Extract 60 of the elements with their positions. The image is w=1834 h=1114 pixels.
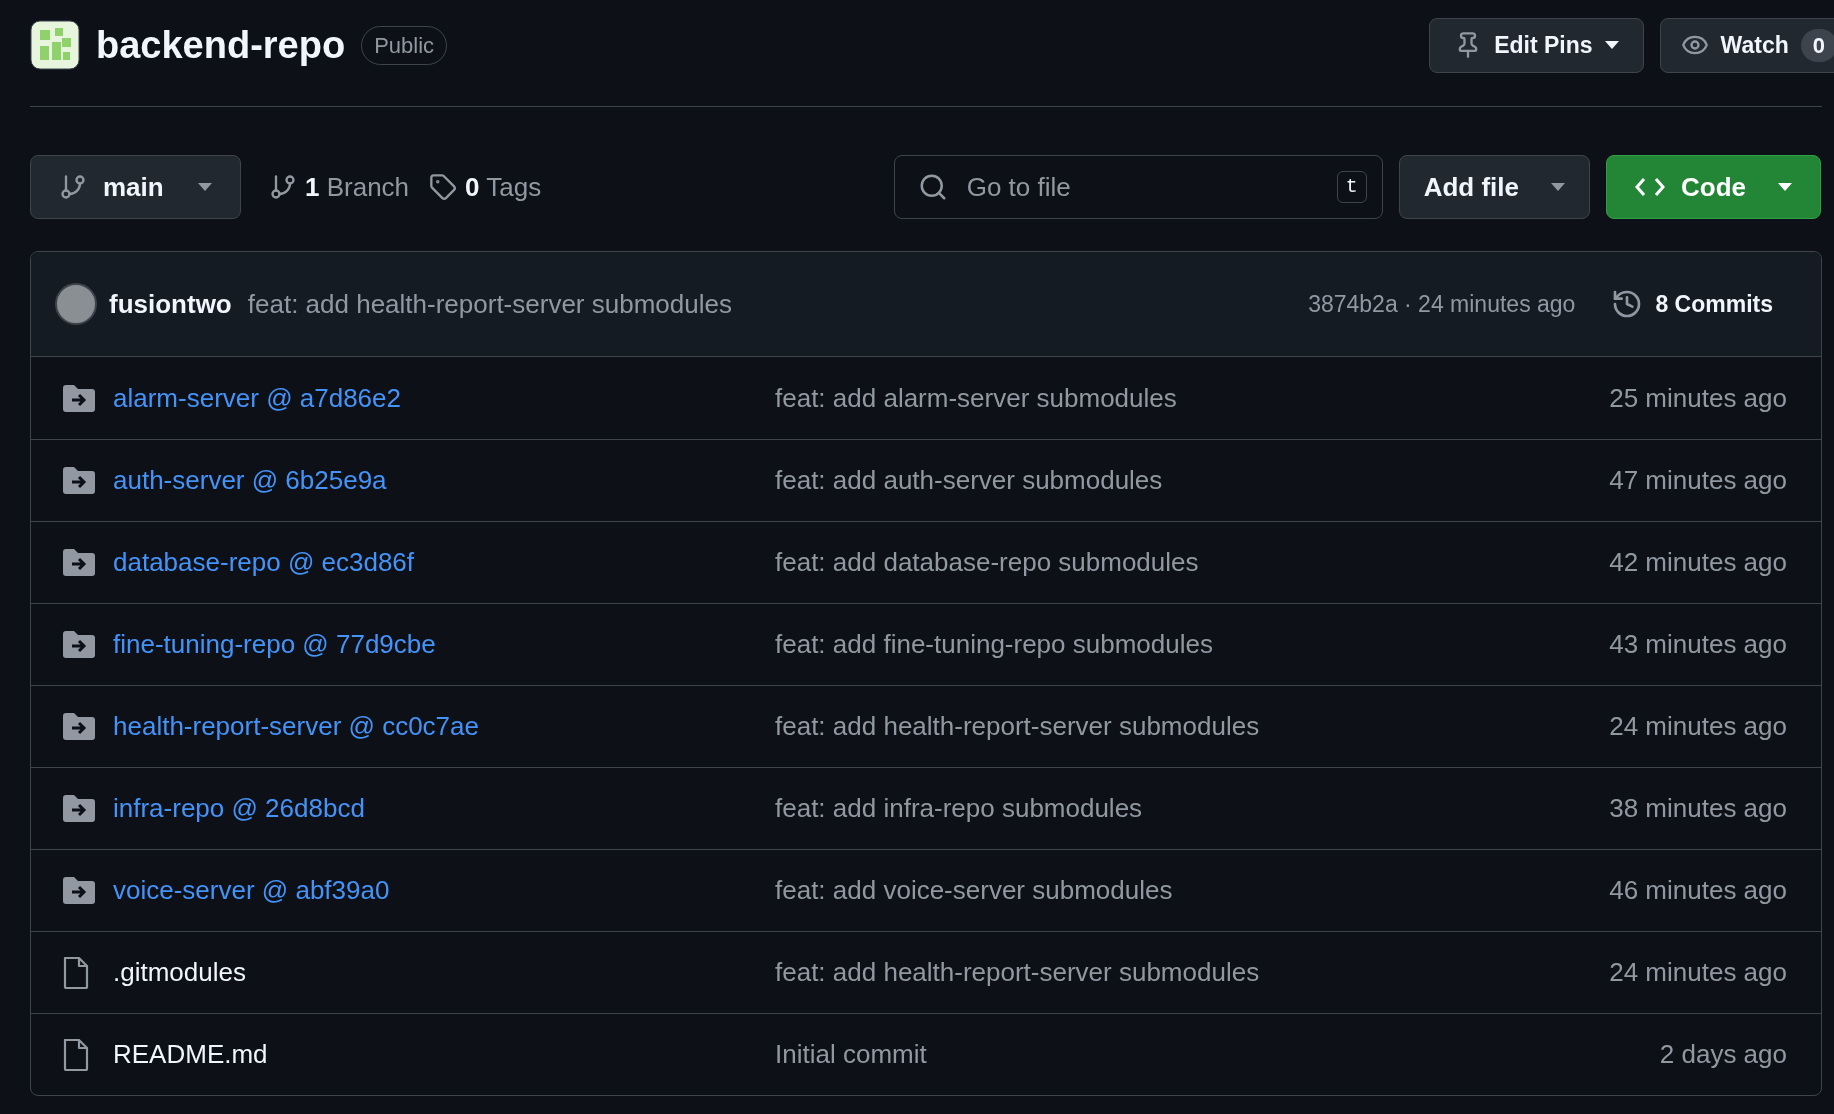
folder-arrow-icon (63, 713, 95, 740)
caret-icon (1604, 41, 1619, 49)
commit-time: 47 minutes ago (1609, 464, 1787, 497)
file-link[interactable]: README.md (113, 1035, 775, 1074)
submodule-link[interactable]: infra-repo @ 26d8bcd (113, 789, 775, 828)
commit-time: 38 minutes ago (1609, 792, 1787, 825)
commit-author[interactable]: fusiontwo (109, 284, 232, 324)
commit-time: 2 days ago (1659, 1038, 1787, 1071)
folder-arrow-icon (63, 384, 95, 412)
branch-icon (59, 173, 87, 201)
shortcut-key: t (1336, 171, 1367, 203)
commit-message[interactable]: feat: add infra-repo submodules (775, 789, 1143, 828)
commit-message[interactable]: feat: add fine-tuning-repo submodules (775, 625, 1213, 664)
repo-name[interactable]: backend-repo (96, 16, 346, 74)
submodule-link[interactable]: fine-tuning-repo @ 77d9cbe (113, 625, 775, 664)
add-file-button[interactable]: Add file (1398, 155, 1590, 219)
commit-message[interactable]: feat: add database-repo submodules (775, 543, 1199, 582)
commits-link[interactable]: 8 Commits (1611, 286, 1773, 322)
caret-icon (1551, 183, 1565, 191)
caret-icon (1778, 183, 1792, 191)
branch-icon (269, 173, 297, 201)
folder-arrow-icon (63, 467, 95, 494)
submodule-link[interactable]: auth-server @ 6b25e9a (113, 461, 775, 500)
commit-message[interactable]: Initial commit (775, 1035, 927, 1074)
submodule-link[interactable]: database-repo @ ec3d86f (113, 543, 775, 582)
watch-count: 0 (1800, 28, 1834, 62)
edit-pins-button[interactable]: Edit Pins (1429, 17, 1644, 73)
caret-icon (198, 183, 212, 191)
commit-message[interactable]: feat: add alarm-server submodules (775, 378, 1177, 418)
commit-message[interactable]: feat: add voice-server submodules (775, 871, 1173, 910)
tag-icon (429, 173, 458, 201)
commit-time: 43 minutes ago (1609, 628, 1787, 661)
folder-arrow-icon (63, 877, 95, 904)
commit-time: 24 minutes ago (1609, 956, 1787, 989)
folder-arrow-icon (63, 795, 95, 822)
file-link[interactable]: .gitmodules (113, 953, 775, 992)
branch-selector[interactable]: main (30, 155, 241, 219)
commit-message[interactable]: feat: add health-report-server submodules (775, 707, 1260, 746)
branches-link[interactable]: 1 Branch (269, 167, 410, 207)
watch-button[interactable]: Watch 0 (1659, 17, 1834, 73)
folder-arrow-icon (63, 631, 95, 658)
submodule-link[interactable]: alarm-server @ a7d86e2 (113, 378, 775, 418)
code-icon (1635, 177, 1665, 197)
repo-logo (30, 20, 80, 70)
tags-link[interactable]: 0 Tags (429, 167, 542, 207)
commit-message[interactable]: feat: add auth-server submodules (775, 461, 1163, 500)
folder-arrow-icon (63, 549, 95, 576)
code-button[interactable]: Code (1606, 155, 1821, 219)
commit-time: 24 minutes ago (1609, 710, 1787, 743)
commit-message[interactable]: feat: add health-report-server submodules (247, 284, 732, 324)
commit-hash-time: 3874b2a · 24 minutes ago (1308, 289, 1576, 319)
submodule-link[interactable]: health-report-server @ cc0c7ae (113, 707, 775, 746)
commit-time: 25 minutes ago (1609, 381, 1787, 415)
avatar (55, 283, 97, 325)
file-icon (63, 1038, 89, 1071)
commit-message[interactable]: feat: add health-report-server submodules (775, 953, 1260, 992)
commit-time: 42 minutes ago (1609, 546, 1787, 579)
commit-time: 46 minutes ago (1609, 874, 1787, 907)
submodule-link[interactable]: voice-server @ abf39a0 (113, 871, 775, 910)
file-icon (63, 956, 89, 989)
